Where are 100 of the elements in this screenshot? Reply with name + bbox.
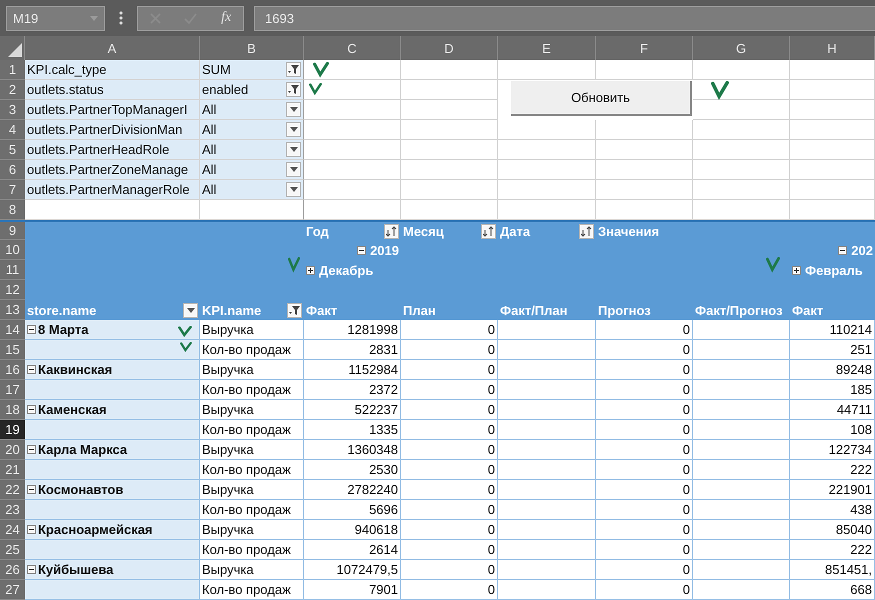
insert-function-button[interactable]: fx	[221, 10, 232, 26]
sheet-cell[interactable]	[498, 60, 596, 80]
sheet-cell[interactable]	[401, 100, 498, 120]
empty-cell[interactable]	[498, 460, 596, 480]
sheet-cell[interactable]	[498, 120, 596, 140]
more-icon[interactable]	[119, 11, 123, 25]
sheet-cell[interactable]	[596, 140, 693, 160]
row-header[interactable]: 9	[0, 222, 25, 240]
sheet-cell[interactable]	[596, 120, 693, 140]
sheet-cell[interactable]	[790, 180, 875, 200]
row-header[interactable]: 22	[0, 480, 25, 500]
empty-cell[interactable]	[693, 500, 790, 520]
row-header[interactable]: 26	[0, 560, 25, 580]
empty-cell[interactable]	[498, 360, 596, 380]
row-header[interactable]: 24	[0, 520, 25, 540]
empty-cell[interactable]	[498, 480, 596, 500]
sheet-cell[interactable]	[596, 160, 693, 180]
sheet-cell[interactable]	[401, 120, 498, 140]
filter-dropdown-button[interactable]	[286, 162, 301, 177]
column-header[interactable]: F	[596, 36, 693, 60]
filter-dropdown-button[interactable]	[183, 302, 198, 318]
sheet-cell[interactable]	[693, 80, 790, 100]
row-header[interactable]: 11	[0, 260, 25, 280]
row-header[interactable]: 6	[0, 160, 25, 180]
collapse-icon[interactable]	[27, 405, 36, 414]
expand-icon[interactable]	[306, 266, 315, 274]
column-header[interactable]: C	[304, 36, 401, 60]
row-header[interactable]: 10	[0, 240, 25, 260]
sort-filter-button[interactable]	[384, 224, 399, 238]
row-header[interactable]: 20	[0, 440, 25, 460]
row-header[interactable]: 8	[0, 200, 25, 220]
sheet-cell[interactable]	[596, 60, 693, 80]
empty-cell[interactable]	[498, 520, 596, 540]
empty-cell[interactable]	[498, 420, 596, 440]
empty-cell[interactable]	[498, 380, 596, 400]
row-header[interactable]: 13	[0, 300, 25, 320]
row-header[interactable]: 23	[0, 500, 25, 520]
sheet-cell[interactable]	[790, 140, 875, 160]
column-header[interactable]: D	[401, 36, 498, 60]
empty-cell[interactable]	[693, 380, 790, 400]
row-header[interactable]: 19	[0, 420, 25, 440]
sheet-cell[interactable]	[498, 160, 596, 180]
row-header[interactable]: 17	[0, 380, 25, 400]
empty-cell[interactable]	[498, 400, 596, 420]
sheet-cell[interactable]	[304, 120, 401, 140]
row-header[interactable]: 3	[0, 100, 25, 120]
collapse-icon[interactable]	[27, 365, 36, 374]
sheet-cell[interactable]	[693, 60, 790, 80]
row-header[interactable]: 2	[0, 80, 25, 100]
row-header[interactable]: 15	[0, 340, 25, 360]
sheet-cell[interactable]	[693, 120, 790, 140]
row-header[interactable]: 16	[0, 360, 25, 380]
collapse-icon[interactable]	[27, 485, 36, 494]
empty-cell[interactable]	[693, 440, 790, 460]
sheet-cell[interactable]	[304, 180, 401, 200]
filter-dropdown-button[interactable]	[286, 102, 301, 117]
sheet-cell[interactable]	[401, 80, 498, 100]
filter-dropdown-button[interactable]	[287, 302, 302, 318]
column-header[interactable]: G	[693, 36, 790, 60]
sheet-cell[interactable]	[304, 100, 401, 120]
row-header[interactable]: 21	[0, 460, 25, 480]
sheet-cell[interactable]	[401, 140, 498, 160]
sheet-cell[interactable]	[790, 100, 875, 120]
collapse-icon[interactable]	[838, 246, 848, 254]
refresh-button[interactable]: Обновить	[511, 81, 692, 116]
empty-cell[interactable]	[693, 400, 790, 420]
row-header[interactable]: 5	[0, 140, 25, 160]
empty-cell[interactable]	[693, 480, 790, 500]
empty-cell[interactable]	[693, 320, 790, 340]
filter-dropdown-button[interactable]	[286, 62, 301, 77]
empty-cell[interactable]	[693, 360, 790, 380]
sheet-cell[interactable]	[693, 140, 790, 160]
collapse-icon[interactable]	[27, 525, 36, 534]
empty-cell[interactable]	[498, 500, 596, 520]
collapse-icon[interactable]	[27, 325, 36, 334]
formula-field[interactable]: 1693	[254, 6, 875, 30]
collapse-icon[interactable]	[357, 246, 366, 254]
filter-dropdown-button[interactable]	[286, 182, 301, 197]
sheet-cell[interactable]	[790, 60, 875, 80]
sheet-cell[interactable]	[693, 100, 790, 120]
filter-dropdown-button[interactable]	[286, 82, 301, 97]
collapse-icon[interactable]	[27, 565, 36, 574]
row-header[interactable]: 12	[0, 280, 25, 300]
empty-cell[interactable]	[693, 580, 790, 600]
row-header[interactable]: 18	[0, 400, 25, 420]
sheet-cell[interactable]	[790, 160, 875, 180]
empty-cell[interactable]	[693, 520, 790, 540]
row-header[interactable]: 25	[0, 540, 25, 560]
row-header[interactable]: 14	[0, 320, 25, 340]
collapse-icon[interactable]	[27, 445, 36, 454]
sheet-cell[interactable]	[693, 180, 790, 200]
row-header[interactable]: 7	[0, 180, 25, 200]
empty-cell[interactable]	[693, 560, 790, 580]
sheet-cell[interactable]	[304, 80, 401, 100]
row-header[interactable]: 27	[0, 580, 25, 600]
empty-cell[interactable]	[498, 340, 596, 360]
sheet-cell[interactable]	[498, 180, 596, 200]
empty-cell[interactable]	[693, 420, 790, 440]
empty-cell[interactable]	[498, 320, 596, 340]
empty-cell[interactable]	[693, 540, 790, 560]
